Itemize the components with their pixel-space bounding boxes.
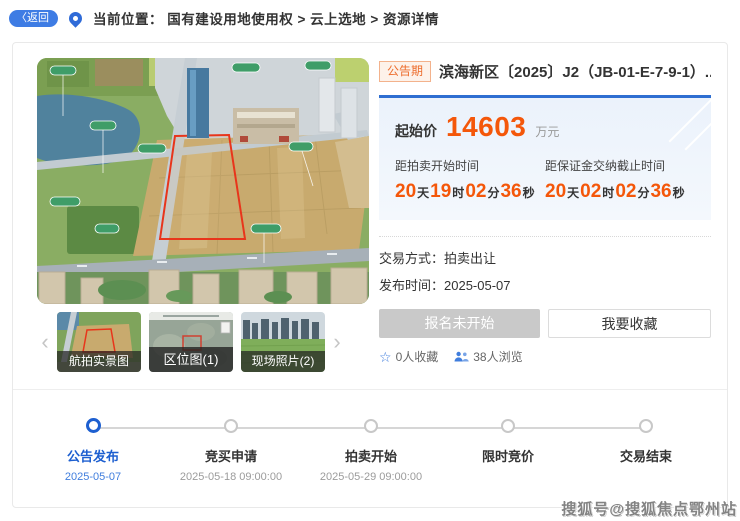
title-row: 公告期 滨海新区〔2025〕J2（JB-01-E-7-9-1）... bbox=[379, 61, 711, 82]
step-date bbox=[433, 471, 583, 483]
step-name: 竞买申请 bbox=[156, 446, 306, 465]
photo-gallery: ‹ 航拍实景图 bbox=[37, 58, 369, 389]
countdown-num: 02 bbox=[580, 181, 601, 202]
people-icon bbox=[454, 351, 469, 362]
timeline-step-trade-end: 交易结束 bbox=[571, 419, 721, 483]
step-name: 限时竞价 bbox=[433, 446, 583, 465]
step-date: 2025-05-29 09:00:00 bbox=[296, 471, 446, 483]
countdown-unit: 秒 bbox=[672, 186, 686, 200]
register-not-started-button[interactable]: 报名未开始 bbox=[379, 309, 540, 338]
gallery-prev-button[interactable]: ‹ bbox=[37, 312, 53, 372]
price-panel: 起始价 14603 万元 距拍卖开始时间 20天19时02分36秒 距保证金交纳… bbox=[379, 95, 711, 220]
thumbnail-caption: 航拍实景图 bbox=[57, 351, 141, 372]
countdown-unit: 天 bbox=[566, 186, 580, 200]
step-name: 交易结束 bbox=[571, 446, 721, 465]
favorites-count: 0人收藏 bbox=[396, 348, 439, 365]
dotted-divider bbox=[379, 236, 711, 237]
countdown-num: 36 bbox=[650, 181, 671, 202]
publish-date-row: 发布时间：2025-05-07 bbox=[379, 272, 711, 299]
sohu-watermark: 搜狐号@搜狐焦点鄂州站 bbox=[561, 498, 737, 519]
step-date: 2025-05-07 bbox=[18, 471, 168, 483]
countdown-value: 20天19时02分36秒 bbox=[395, 181, 545, 203]
step-date: 2025-05-18 09:00:00 bbox=[156, 471, 306, 483]
timeline-step-apply: 竞买申请 2025-05-18 09:00:00 bbox=[156, 419, 306, 483]
back-button[interactable]: 〈返回 bbox=[9, 10, 58, 27]
breadcrumb-label: 当前位置： bbox=[93, 12, 163, 27]
action-buttons: 报名未开始 我要收藏 bbox=[379, 309, 711, 338]
countdown-num: 02 bbox=[615, 181, 636, 202]
timeline-dot bbox=[364, 419, 378, 433]
price-unit: 万元 bbox=[535, 123, 559, 140]
favorite-button[interactable]: 我要收藏 bbox=[548, 309, 711, 338]
step-name: 拍卖开始 bbox=[296, 446, 446, 465]
countdown-label: 距拍卖开始时间 bbox=[395, 157, 545, 174]
favorites-stat[interactable]: ☆ 0人收藏 bbox=[379, 348, 438, 365]
listing-details: 公告期 滨海新区〔2025〕J2（JB-01-E-7-9-1）... 起始价 1… bbox=[379, 58, 711, 389]
views-stat: 38人浏览 bbox=[454, 348, 522, 365]
trade-method-row: 交易方式：拍卖出让 bbox=[379, 245, 711, 272]
countdown-label: 距保证金交纳截止时间 bbox=[545, 157, 695, 174]
listing-title: 滨海新区〔2025〕J2（JB-01-E-7-9-1）... bbox=[439, 61, 711, 82]
thumbnail-caption: 现场照片(2) bbox=[241, 351, 325, 372]
breadcrumb-path: 国有建设用地使用权 > 云上选地 > 资源详情 bbox=[167, 12, 439, 27]
step-name: 公告发布 bbox=[18, 446, 168, 465]
gallery-next-button[interactable]: › bbox=[329, 312, 345, 372]
countdown-deposit-deadline: 距保证金交纳截止时间 20天02时02分36秒 bbox=[545, 157, 695, 203]
resource-detail-page: 〈返回 当前位置： 国有建设用地使用权 > 云上选地 > 资源详情 bbox=[0, 0, 740, 521]
thumbnail-aerial[interactable]: 航拍实景图 bbox=[57, 312, 141, 372]
views-count: 38人浏览 bbox=[473, 348, 522, 365]
detail-top-section: ‹ 航拍实景图 bbox=[13, 43, 727, 390]
status-badge: 公告期 bbox=[379, 61, 431, 82]
countdown-auction-start: 距拍卖开始时间 20天19时02分36秒 bbox=[395, 157, 545, 203]
countdown-unit: 秒 bbox=[522, 186, 536, 200]
timeline-dot-active bbox=[86, 418, 101, 433]
info-label: 发布时间： bbox=[379, 278, 444, 293]
timeline-dot bbox=[501, 419, 515, 433]
countdown-num: 19 bbox=[430, 181, 451, 202]
info-value: 2025-05-07 bbox=[444, 278, 511, 293]
thumbnail-caption: 区位图(1) bbox=[149, 347, 233, 372]
timeline-step-auction-start: 拍卖开始 2025-05-29 09:00:00 bbox=[296, 419, 446, 483]
breadcrumb-bar: 〈返回 当前位置： 国有建设用地使用权 > 云上选地 > 资源详情 bbox=[0, 0, 740, 36]
aerial-main-photo[interactable] bbox=[37, 58, 369, 304]
countdown-unit: 时 bbox=[601, 186, 615, 200]
location-pin-icon bbox=[66, 9, 84, 27]
timeline-dot bbox=[224, 419, 238, 433]
info-label: 交易方式： bbox=[379, 251, 444, 266]
detail-card: ‹ 航拍实景图 bbox=[12, 42, 728, 508]
timeline-dot bbox=[639, 419, 653, 433]
thumbnail-site-photos[interactable]: 现场照片(2) bbox=[241, 312, 325, 372]
stats-row: ☆ 0人收藏 38人浏览 bbox=[379, 348, 711, 365]
info-rows: 交易方式：拍卖出让 发布时间：2025-05-07 bbox=[379, 245, 711, 299]
countdown-row: 距拍卖开始时间 20天19时02分36秒 距保证金交纳截止时间 20天02时02… bbox=[395, 157, 695, 203]
countdown-num: 36 bbox=[500, 181, 521, 202]
thumbnail-strip: ‹ 航拍实景图 bbox=[37, 311, 369, 373]
step-date bbox=[571, 471, 721, 483]
countdown-num: 20 bbox=[395, 181, 416, 202]
countdown-num: 20 bbox=[545, 181, 566, 202]
price-row: 起始价 14603 万元 bbox=[395, 113, 695, 141]
countdown-unit: 天 bbox=[416, 186, 430, 200]
countdown-value: 20天02时02分36秒 bbox=[545, 181, 695, 203]
price-value: 14603 bbox=[446, 113, 526, 141]
star-icon: ☆ bbox=[379, 350, 392, 364]
timeline-step-announce: 公告发布 2025-05-07 bbox=[18, 419, 168, 483]
countdown-unit: 分 bbox=[636, 186, 650, 200]
aerial-photo-illustration bbox=[37, 58, 369, 304]
thumbnail-location-map[interactable]: 区位图(1) bbox=[149, 312, 233, 372]
countdown-unit: 分 bbox=[486, 186, 500, 200]
auction-timeline: 公告发布 2025-05-07 竞买申请 2025-05-18 09:00:00… bbox=[13, 390, 727, 507]
breadcrumb: 当前位置： 国有建设用地使用权 > 云上选地 > 资源详情 bbox=[93, 8, 439, 28]
timeline-step-limited-bidding: 限时竞价 bbox=[433, 419, 583, 483]
countdown-unit: 时 bbox=[451, 186, 465, 200]
price-label: 起始价 bbox=[395, 121, 437, 141]
countdown-num: 02 bbox=[465, 181, 486, 202]
info-value: 拍卖出让 bbox=[444, 251, 496, 266]
